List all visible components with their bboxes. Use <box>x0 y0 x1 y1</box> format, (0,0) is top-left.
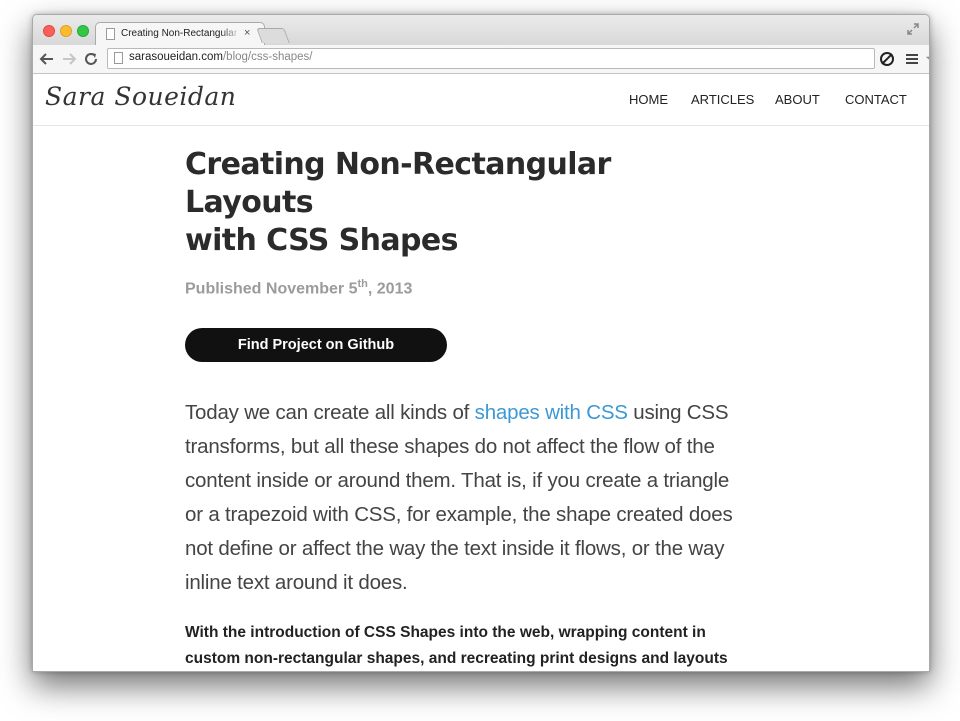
browser-window: Creating Non-Rectangular × sarasoueidan.… <box>32 14 930 672</box>
nav-about[interactable]: ABOUT <box>775 92 820 107</box>
article-title-line1: Creating Non-Rectangular Layouts <box>185 147 611 220</box>
shapes-with-css-link[interactable]: shapes with CSS <box>475 401 628 424</box>
intro-text-start: Today we can create all kinds of <box>185 401 475 425</box>
page-icon <box>114 52 123 64</box>
new-tab-button[interactable] <box>256 28 290 43</box>
site-header: Sara Soueidan HOME ARTICLES ABOUT CONTAC… <box>33 74 929 126</box>
window-minimize-button[interactable] <box>60 25 72 37</box>
extension-icon[interactable] <box>879 51 895 67</box>
url-path: /blog/css-shapes/ <box>222 51 313 63</box>
web-page: Sara Soueidan HOME ARTICLES ABOUT CONTAC… <box>33 74 929 671</box>
article-title: Creating Non-Rectangular Layouts with CS… <box>185 146 745 260</box>
published-date: Published November 5th, 2013 <box>185 278 745 298</box>
nav-articles[interactable]: ARTICLES <box>691 92 754 107</box>
intro-text-end: using CSS transforms, but all these shap… <box>185 401 733 595</box>
tab-strip: Creating Non-Rectangular × <box>33 15 929 46</box>
browser-tab[interactable]: Creating Non-Rectangular × <box>95 22 265 46</box>
bookmark-star-icon[interactable] <box>926 51 930 67</box>
highlight-paragraph: With the introduction of CSS Shapes into… <box>185 624 728 668</box>
tab-close-icon[interactable]: × <box>244 26 250 40</box>
browser-toolbar: sarasoueidan.com/blog/css-shapes/ <box>33 45 929 74</box>
fullscreen-icon[interactable] <box>905 21 921 37</box>
tab-title-fade <box>221 25 241 43</box>
nav-home[interactable]: HOME <box>629 92 668 107</box>
article-title-line2: with CSS Shapes <box>185 223 459 258</box>
intro-paragraph: Today we can create all kinds of shapes … <box>185 396 745 600</box>
forward-arrow-icon[interactable] <box>61 51 77 67</box>
nav-contact[interactable]: CONTACT <box>845 92 907 107</box>
url-text: sarasoueidan.com/blog/css-shapes/ <box>129 51 312 63</box>
article: Creating Non-Rectangular Layouts with CS… <box>185 146 745 671</box>
reload-icon[interactable] <box>83 51 99 67</box>
address-bar[interactable]: sarasoueidan.com/blog/css-shapes/ <box>107 48 929 69</box>
github-button[interactable]: Find Project on Github <box>185 328 447 363</box>
published-suffix: , 2013 <box>367 280 413 298</box>
window-close-button[interactable] <box>43 25 55 37</box>
window-maximize-button[interactable] <box>77 25 89 37</box>
url-host: sarasoueidan.com <box>129 51 223 63</box>
menu-icon[interactable] <box>905 52 919 66</box>
published-prefix: Published November 5 <box>185 280 358 298</box>
site-logo[interactable]: Sara Soueidan <box>45 82 236 111</box>
back-arrow-icon[interactable] <box>39 51 55 67</box>
published-sup: th <box>357 278 368 290</box>
page-icon <box>106 28 115 40</box>
